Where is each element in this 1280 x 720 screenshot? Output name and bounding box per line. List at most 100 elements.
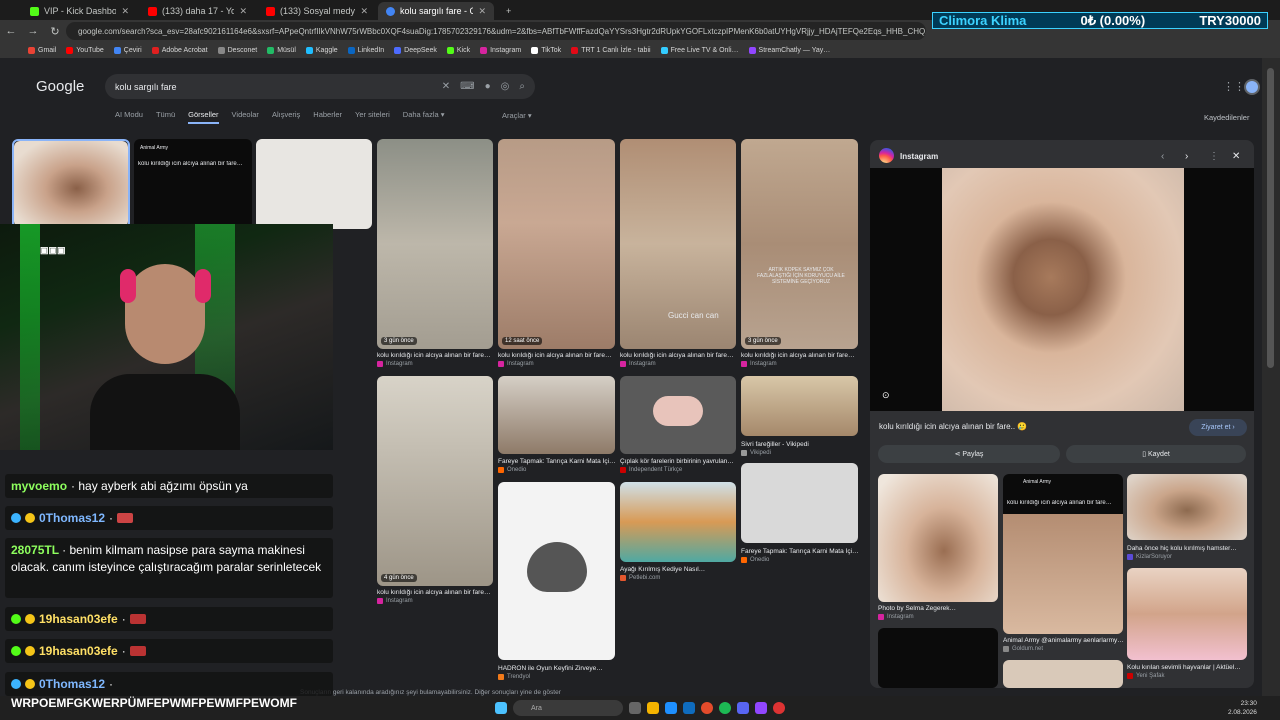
chat-message: 19hasan03efe ·: [5, 607, 333, 631]
apps-grid-icon[interactable]: ⋮⋮: [1223, 80, 1245, 93]
discord-icon[interactable]: [737, 702, 749, 714]
related-thumbnail[interactable]: [878, 474, 998, 602]
task-view-icon[interactable]: [629, 702, 641, 714]
start-icon[interactable]: [495, 702, 507, 714]
result-thumbnail[interactable]: Animal Army kolu kırıldığı icin alcıya al…: [134, 139, 252, 229]
back-icon[interactable]: ←: [0, 25, 22, 37]
bookmark-item[interactable]: Instagram: [480, 46, 521, 54]
new-tab-button[interactable]: +: [498, 2, 516, 20]
bookmark-item[interactable]: Müsül: [267, 46, 296, 54]
microphone-icon[interactable]: ●: [485, 81, 491, 92]
bookmark-icon: [480, 46, 488, 54]
bookmark-item[interactable]: Adobe Acrobat: [151, 46, 208, 54]
search-tab[interactable]: Haberler: [313, 110, 342, 124]
search-tab[interactable]: Videolar: [232, 110, 259, 124]
bookmark-item[interactable]: Kaggle: [305, 46, 338, 54]
search-tab[interactable]: Tümü: [156, 110, 175, 124]
bookmark-icon: [571, 46, 579, 54]
reload-icon[interactable]: ↻: [44, 25, 66, 38]
search-tab[interactable]: Yer siteleri: [355, 110, 390, 124]
scrollbar[interactable]: [1262, 58, 1280, 696]
search-input[interactable]: kolu sargılı fare: [115, 82, 432, 92]
app-icon[interactable]: [773, 702, 785, 714]
result-thumbnail[interactable]: [620, 376, 736, 454]
result-thumbnail[interactable]: [741, 463, 858, 543]
result-thumbnail[interactable]: [498, 376, 615, 454]
tab-youtube-1[interactable]: (133) daha 17 - YouTube✕: [140, 2, 255, 20]
search-box[interactable]: kolu sargılı fare ✕ ⌨ ● ◎ ⌕: [105, 74, 535, 99]
bookmark-icon: [531, 46, 539, 54]
bookmark-item[interactable]: TikTok: [531, 46, 561, 54]
bookmark-item[interactable]: DeepSeek: [394, 46, 437, 54]
tab-google-search[interactable]: kolu sargılı fare - Google'da Ara✕: [378, 2, 494, 20]
spotify-icon[interactable]: [719, 702, 731, 714]
avatar[interactable]: [1244, 79, 1260, 95]
related-thumbnail[interactable]: [1003, 660, 1123, 688]
result-thumbnail[interactable]: 3 gün önce: [377, 139, 493, 349]
obs-icon[interactable]: [755, 702, 767, 714]
panel-source[interactable]: Instagram: [900, 152, 938, 161]
result-thumbnail[interactable]: [498, 482, 615, 660]
chrome-icon[interactable]: [701, 702, 713, 714]
result-thumbnail[interactable]: [256, 139, 372, 229]
visit-button[interactable]: Ziyaret et ›: [1189, 419, 1247, 436]
address-bar[interactable]: google.com/search?sca_esv=28afc902161164…: [66, 22, 926, 40]
clear-icon[interactable]: ✕: [442, 81, 450, 92]
bookmark-item[interactable]: Free Live TV & Onli…: [660, 46, 739, 54]
related-thumbnail[interactable]: Animal Army kolu kırıldığı icin alcıya al…: [1003, 474, 1123, 634]
bookmark-item[interactable]: Desconet: [217, 46, 257, 54]
taskbar-search[interactable]: Ara: [513, 700, 623, 716]
keyboard-icon[interactable]: ⌨: [460, 81, 474, 92]
bookmark-item[interactable]: Gmail: [28, 46, 56, 54]
bookmark-item[interactable]: Çeviri: [113, 46, 142, 54]
tools-button[interactable]: Araçlar ▾: [502, 111, 532, 120]
search-tab[interactable]: Daha fazla ▾: [403, 110, 445, 124]
result-thumbnail[interactable]: 12 saat önce: [498, 139, 615, 349]
saved-button[interactable]: Kaydedilenler: [1204, 113, 1249, 122]
share-button[interactable]: ⋖ Paylaş: [878, 445, 1060, 463]
search-tab[interactable]: AI Modu: [115, 110, 143, 124]
onedio-icon: [498, 467, 504, 473]
clock[interactable]: 23:30 2.08.2026: [1228, 699, 1257, 717]
previous-icon[interactable]: ‹: [1161, 151, 1164, 162]
bookmark-item[interactable]: TRT 1 Canlı İzle - tabii: [571, 46, 651, 54]
bookmark-item[interactable]: YouTube: [66, 46, 104, 54]
related-thumbnail[interactable]: [878, 628, 998, 688]
tab-kick-dashboard[interactable]: VIP - Kick Dashboard✕: [22, 2, 137, 20]
trendyol-icon: [498, 674, 504, 680]
result-thumbnail[interactable]: [12, 139, 130, 229]
close-icon[interactable]: ✕: [239, 6, 247, 17]
result-thumbnail[interactable]: [620, 482, 736, 562]
google-logo[interactable]: Google: [36, 78, 84, 95]
ticker-name: Climora Klima: [939, 13, 1027, 28]
store-icon[interactable]: [683, 702, 695, 714]
edge-icon[interactable]: [665, 702, 677, 714]
related-thumbnail[interactable]: [1127, 568, 1247, 660]
file-explorer-icon[interactable]: [647, 702, 659, 714]
lens-icon[interactable]: ◎: [501, 81, 510, 92]
close-icon[interactable]: ✕: [478, 6, 486, 17]
bookmark-item[interactable]: LinkedIn: [347, 46, 384, 54]
bookmark-item[interactable]: Kick: [446, 46, 470, 54]
tab-youtube-2[interactable]: (133) Sosyal medyada görüştü…✕: [258, 2, 376, 20]
search-icon[interactable]: ⌕: [519, 81, 525, 92]
more-results-note[interactable]: Sonuçların geri kalanında aradığınız şey…: [300, 689, 561, 696]
lens-icon[interactable]: ⊙: [882, 390, 890, 401]
related-thumbnail[interactable]: [1127, 474, 1247, 540]
search-tab[interactable]: Alışveriş: [272, 110, 300, 124]
search-tab[interactable]: Görseller: [188, 110, 219, 124]
close-icon[interactable]: ✕: [121, 6, 129, 17]
next-icon[interactable]: ›: [1185, 151, 1188, 162]
more-options-icon[interactable]: ⋮: [1209, 151, 1219, 162]
close-icon[interactable]: ✕: [1232, 151, 1240, 162]
close-icon[interactable]: ✕: [360, 6, 368, 17]
result-thumbnail[interactable]: ARTIK KÖPEK SAYMIZ ÇOK FAZLALAŞTIĞI İÇİN…: [741, 139, 858, 349]
save-button[interactable]: ▯ Kaydet: [1066, 445, 1246, 463]
result-thumbnail[interactable]: [741, 376, 858, 436]
forward-icon[interactable]: →: [22, 25, 44, 37]
result-thumbnail[interactable]: Gucci can can: [620, 139, 736, 349]
scrollbar-thumb[interactable]: [1267, 68, 1274, 368]
bookmark-item[interactable]: StreamChatly — Yay…: [748, 46, 830, 54]
result-thumbnail[interactable]: 4 gün önce: [377, 376, 493, 586]
preview-image[interactable]: [942, 168, 1184, 411]
